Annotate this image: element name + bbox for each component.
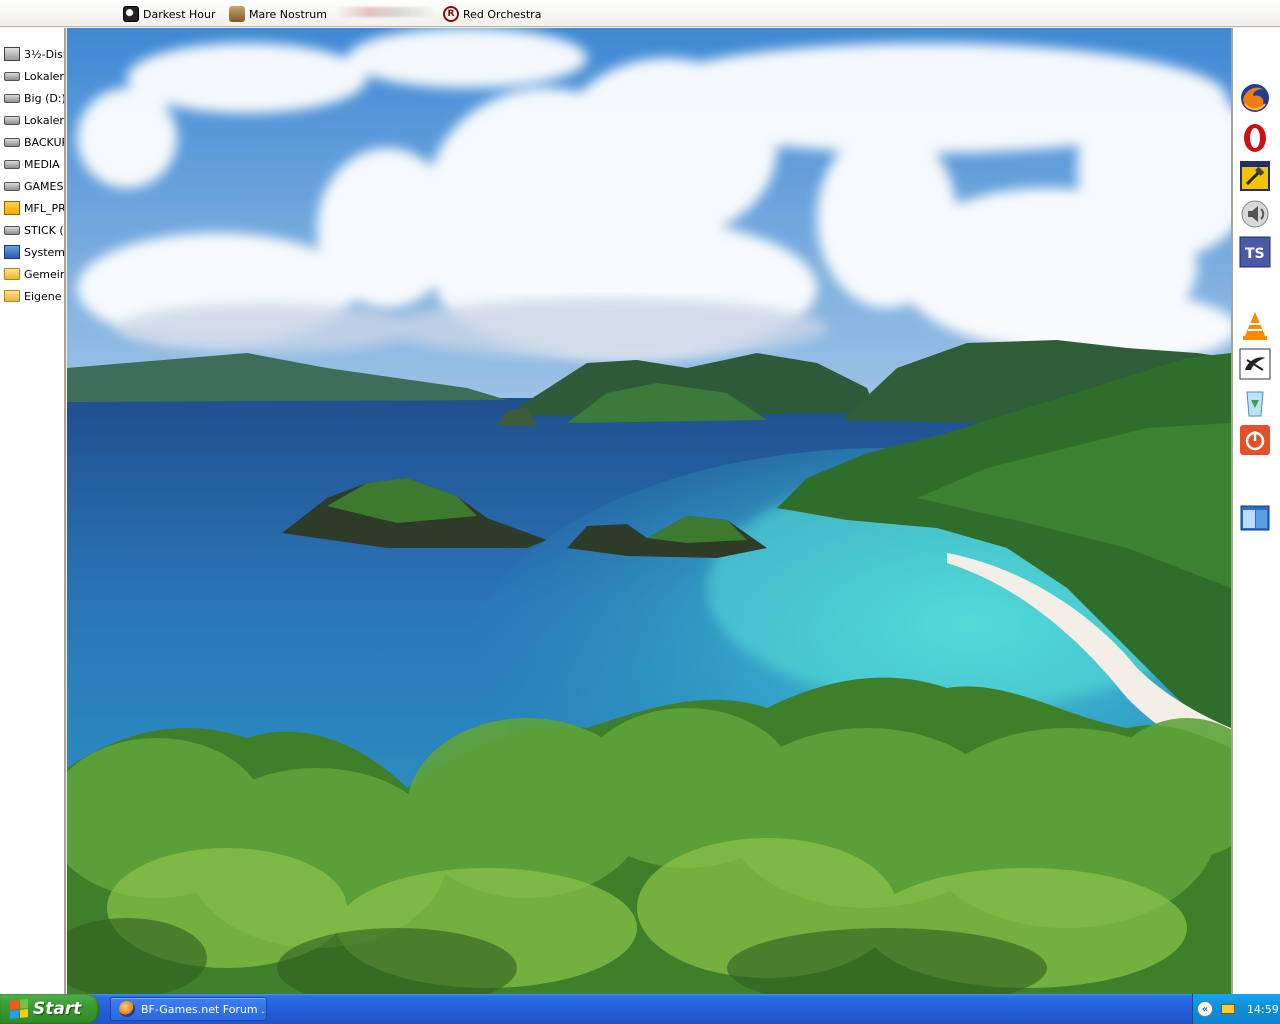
system-tray: « 14:59 [1192, 994, 1280, 1024]
launcher-red-orchestra[interactable]: R Red Orchestra [443, 5, 541, 23]
blurred-item [336, 7, 436, 17]
quick-launch-toolbar-right: TS [1231, 28, 1280, 994]
drive-media[interactable]: MEDIA ( [4, 155, 66, 173]
drive-local-2[interactable]: Lokaler I [4, 111, 64, 129]
mare-nostrum-icon [229, 6, 245, 22]
drive-games[interactable]: GAMES ( [4, 177, 64, 195]
drive-label: 3½-Disk [24, 47, 66, 61]
drive-label: GAMES ( [24, 179, 64, 193]
drive-label: STICK (H [24, 223, 64, 237]
folder-eigene-dateien[interactable]: Eigene D [4, 287, 64, 305]
power-icon[interactable] [1239, 424, 1271, 456]
drive-label: BACKUP [24, 135, 66, 149]
launcher-label: Darkest Hour [143, 7, 216, 21]
drive-big-d[interactable]: Big (D:) [4, 89, 66, 107]
drive-backup[interactable]: BACKUP [4, 133, 66, 151]
launcher-label: Red Orchestra [463, 7, 542, 21]
drive-label: Gemeins [24, 267, 64, 281]
start-label: Start [33, 999, 82, 1019]
tool-window-icon[interactable] [1239, 160, 1271, 192]
folder-gemeinsame[interactable]: Gemeins [4, 265, 64, 283]
drive-label: Systems [24, 245, 66, 259]
drive-label: MEDIA ( [24, 157, 66, 171]
mail-icon[interactable] [1221, 1004, 1235, 1014]
opera-icon[interactable] [1239, 122, 1271, 154]
steam-icon [123, 6, 139, 22]
firefox-icon [119, 1001, 135, 1017]
folder-icon [4, 290, 20, 302]
cd-drive-icon [4, 201, 20, 215]
windows-logo-icon [10, 999, 28, 1019]
drive-local-c[interactable]: Lokaler I [4, 67, 64, 85]
desktop-wallpaper[interactable] [67, 28, 1231, 994]
control-panel-icon [4, 245, 20, 259]
launcher-darkest-hour[interactable]: Darkest Hour [123, 5, 216, 23]
clock[interactable]: 14:59 [1247, 1003, 1279, 1016]
desktop-window-icon[interactable] [1239, 502, 1271, 534]
xfire-icon[interactable] [1239, 348, 1271, 380]
folder-icon [4, 268, 20, 280]
vlc-icon[interactable] [1239, 310, 1271, 342]
firefox-icon[interactable] [1239, 82, 1271, 114]
drive-label: Big (D:) [24, 91, 66, 105]
taskbar: Start BF-Games.net Forum ... « 14:59 [0, 994, 1280, 1024]
usb-drive-icon [4, 225, 20, 235]
bay-landscape-image [67, 28, 1231, 994]
launcher-label: Mare Nostrum [249, 7, 327, 21]
launcher-mare-nostrum[interactable]: Mare Nostrum [229, 5, 327, 23]
recycle-bin-icon[interactable] [1239, 386, 1271, 418]
show-hidden-icons-button[interactable]: « [1197, 1001, 1213, 1017]
drive-floppy[interactable]: 3½-Disk [4, 45, 66, 63]
speaker-icon[interactable] [1239, 198, 1271, 230]
floppy-drive-icon [4, 47, 20, 61]
hard-drive-icon [4, 71, 20, 81]
drive-label: MFL_PR [24, 201, 66, 215]
hard-drive-icon [4, 93, 20, 103]
drive-stick[interactable]: STICK (H [4, 221, 64, 239]
hard-drive-icon [4, 181, 20, 191]
start-button[interactable]: Start [0, 994, 99, 1024]
drive-label: Lokaler I [24, 113, 64, 127]
taskbar-button-firefox[interactable]: BF-Games.net Forum ... [110, 997, 267, 1021]
hard-drive-icon [4, 137, 20, 147]
drive-label: Eigene D [24, 289, 64, 303]
task-label: BF-Games.net Forum ... [141, 1002, 267, 1016]
drive-systems[interactable]: Systems [4, 243, 66, 261]
svg-text:TS: TS [1245, 246, 1265, 262]
quick-launch-bar: Darkest Hour Mare Nostrum R Red Orchestr… [0, 0, 1280, 27]
drive-label: Lokaler I [24, 69, 64, 83]
teamspeak-icon[interactable]: TS [1239, 236, 1271, 268]
hard-drive-icon [4, 115, 20, 125]
red-orchestra-icon: R [443, 6, 459, 22]
drive-mfl-pr[interactable]: MFL_PR [4, 199, 66, 217]
hard-drive-icon [4, 159, 20, 169]
drives-bar: 3½-Disk Lokaler I Big (D:) Lokaler I BAC… [0, 28, 66, 994]
